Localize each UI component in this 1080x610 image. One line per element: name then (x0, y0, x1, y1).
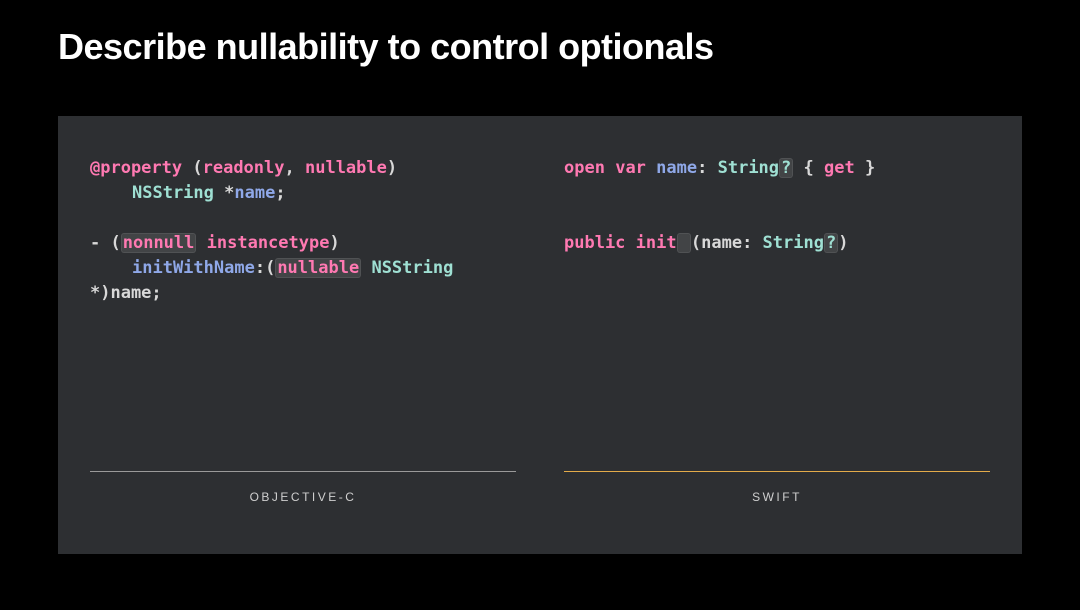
tok-sp-s1 (605, 158, 615, 178)
label-objective-c: OBJECTIVE-C (90, 471, 516, 504)
label-swift: SWIFT (564, 471, 990, 504)
tok-lparen2: ( (110, 233, 120, 253)
slide: Describe nullability to control optional… (0, 0, 1080, 610)
tok-initwithname: initWithName (132, 258, 255, 278)
tok-readonly: readonly (203, 158, 285, 178)
tok-open: open (564, 158, 605, 178)
tok-rparen-s: ) (838, 233, 848, 253)
slide-title: Describe nullability to control optional… (58, 26, 1022, 68)
tok-instancetype: instancetype (207, 233, 330, 253)
tok-name-s: name (656, 158, 697, 178)
tok-rparen2: ) (329, 233, 339, 253)
tok-rbrace: } (855, 158, 875, 178)
tok-non-opt-hl (677, 233, 691, 253)
tok-semi: ; (275, 183, 285, 203)
tok-colon-lparen: :( (255, 258, 275, 278)
tok-public: public (564, 233, 625, 253)
tok-var: var (615, 158, 646, 178)
tok-nonnull-hl: nonnull (121, 233, 197, 253)
tok-nullable-hl: nullable (275, 258, 361, 278)
tok-string-s2: String (763, 233, 824, 253)
tok-sp-s3 (793, 158, 803, 178)
tok-comma: , (285, 158, 305, 178)
swift-code: open var name: String? { get } public in… (564, 156, 990, 256)
tok-star: * (214, 183, 234, 203)
tok-nullable-attr: nullable (305, 158, 387, 178)
code-panel: @property (readonly, nullable) NSString … (58, 116, 1022, 554)
tok-sp1 (196, 233, 206, 253)
tok-lbrace: { (804, 158, 824, 178)
tok-open-paren: ( (182, 158, 202, 178)
tok-sp2 (361, 258, 371, 278)
tok-nsstring2: NSString (371, 258, 453, 278)
tok-colon-s: : (697, 158, 717, 178)
tok-lparen-s: ( (691, 233, 701, 253)
tok-init: init (636, 233, 677, 253)
tok-sp-s4 (625, 233, 635, 253)
tok-nsstring: NSString (132, 183, 214, 203)
tok-tail: *)name; (90, 283, 162, 303)
tok-property: @property (90, 158, 182, 178)
tok-sp-s2 (646, 158, 656, 178)
tok-close-paren: ) (387, 158, 397, 178)
tok-qmark-hl1: ? (779, 158, 793, 178)
tok-qmark-hl2: ? (824, 233, 838, 253)
tok-name-ident: name (234, 183, 275, 203)
tok-string-s: String (718, 158, 779, 178)
tok-name-arg: name: (701, 233, 762, 253)
panel-footer: OBJECTIVE-C SWIFT (90, 471, 990, 504)
tok-dash: - (90, 233, 110, 253)
tok-get: get (824, 158, 855, 178)
objc-code: @property (readonly, nullable) NSString … (90, 156, 516, 306)
